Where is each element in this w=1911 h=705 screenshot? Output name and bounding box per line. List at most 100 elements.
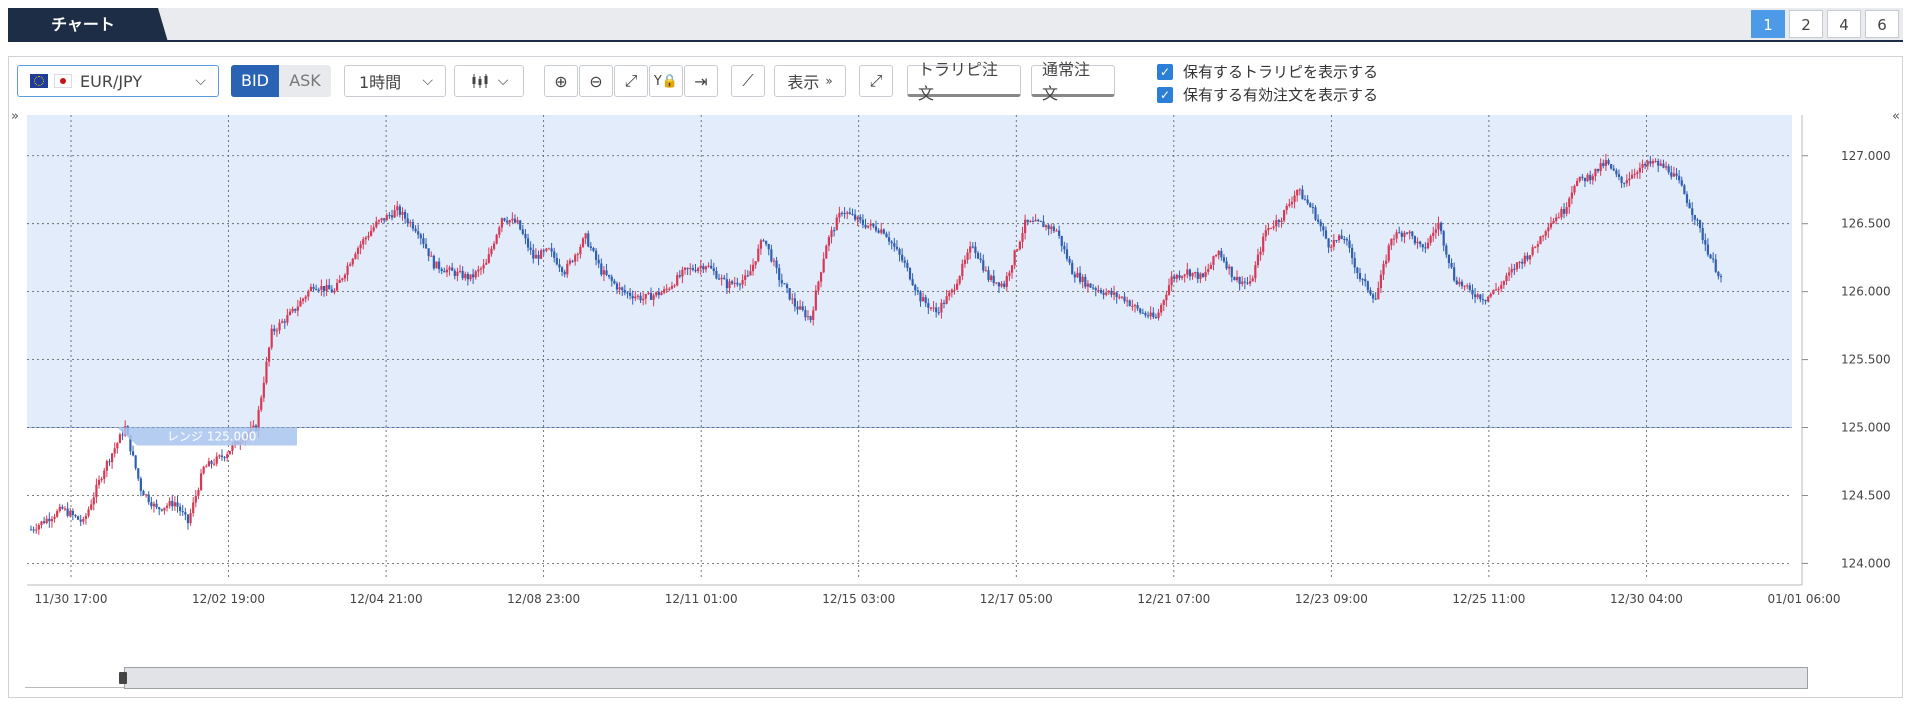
candle-body bbox=[1288, 204, 1291, 206]
y-lock-button[interactable]: Y🔒 bbox=[649, 65, 683, 97]
candle-body bbox=[372, 227, 375, 231]
candle-body bbox=[1638, 167, 1642, 173]
candle-body bbox=[438, 261, 441, 269]
candle-body bbox=[749, 271, 752, 276]
candle-body bbox=[626, 292, 629, 294]
candle-body bbox=[791, 298, 794, 300]
normal-order-button[interactable]: 通常注文 bbox=[1031, 60, 1115, 103]
candle-body bbox=[948, 292, 951, 297]
candle-body bbox=[686, 267, 689, 269]
candle-body bbox=[388, 215, 391, 217]
candle-body bbox=[728, 281, 731, 289]
candle-body bbox=[1439, 222, 1443, 232]
candle-body bbox=[1309, 203, 1312, 208]
fit-screen-icon: ⤢ bbox=[624, 71, 638, 90]
x-tick-label: 12/11 01:00 bbox=[665, 592, 738, 606]
candle-body bbox=[1235, 276, 1239, 281]
y-lock-icon: Y🔒 bbox=[653, 73, 679, 89]
bid-button[interactable]: BID bbox=[231, 65, 279, 97]
show-orders-checkbox[interactable]: ✓ 保有する有効注文を表示する bbox=[1157, 84, 1378, 105]
fullscreen-button[interactable]: ⤢ bbox=[859, 65, 893, 97]
show-trap-checkbox[interactable]: ✓ 保有するトラリピを表示する bbox=[1157, 61, 1378, 82]
candle-body bbox=[1089, 283, 1092, 288]
candle-body bbox=[1539, 236, 1542, 245]
candle-body bbox=[919, 291, 922, 302]
candle-body bbox=[1714, 259, 1717, 272]
candle-body bbox=[1492, 289, 1495, 294]
candle-body bbox=[56, 511, 59, 517]
candle-body bbox=[1335, 240, 1338, 242]
zoom-in-button[interactable]: ⊕ bbox=[544, 65, 578, 97]
candle-body bbox=[537, 254, 540, 259]
chart-type-select[interactable]: ⌵ bbox=[454, 65, 524, 97]
navigator-handle[interactable] bbox=[119, 672, 127, 684]
navigator-window[interactable] bbox=[124, 667, 1808, 689]
candle-body bbox=[615, 283, 619, 290]
candle-body bbox=[1246, 282, 1249, 284]
candle-body bbox=[1024, 219, 1027, 234]
candle-body bbox=[1306, 199, 1309, 204]
page-2-button[interactable]: 2 bbox=[1789, 10, 1823, 38]
candle-body bbox=[383, 218, 386, 221]
chart-area[interactable]: 127.000 126.500 126.000 125.500 125.000 124.5… bbox=[9, 105, 1902, 669]
page-6-button[interactable]: 6 bbox=[1865, 10, 1899, 38]
add-indicator-button[interactable]: ⟋ bbox=[731, 65, 765, 97]
candle-body bbox=[1536, 244, 1539, 247]
page-4-button[interactable]: 4 bbox=[1827, 10, 1861, 38]
candle-body bbox=[349, 264, 352, 266]
trap-order-button[interactable]: トラリピ注文 bbox=[907, 60, 1021, 103]
chart-toolbar: EUR/JPY ⌵ BID ASK 1時間 ⌵ ⌵ ⊕ ⊖ ⤢ Y🔒 ⇥ ⟋ 表… bbox=[9, 57, 1902, 105]
candle-body bbox=[1319, 221, 1322, 227]
candle-body bbox=[676, 275, 679, 286]
candle-body bbox=[610, 276, 613, 281]
candle-body bbox=[186, 514, 190, 524]
candle-body bbox=[1256, 254, 1260, 266]
x-tick-label: 12/17 05:00 bbox=[980, 592, 1053, 606]
candle-body bbox=[474, 271, 477, 278]
candle-body bbox=[1086, 283, 1090, 287]
candle-body bbox=[404, 211, 407, 219]
candle-body bbox=[1165, 294, 1168, 301]
ask-button[interactable]: ASK bbox=[279, 65, 331, 97]
symbol-select[interactable]: EUR/JPY ⌵ bbox=[17, 65, 219, 97]
candle-body bbox=[809, 316, 812, 320]
candle-body bbox=[1115, 292, 1118, 297]
candle-body bbox=[275, 330, 279, 332]
candle-body bbox=[1623, 182, 1626, 184]
candle-body bbox=[526, 238, 530, 248]
layout-pager: 1 2 4 6 bbox=[1751, 10, 1899, 38]
candle-body bbox=[1644, 163, 1647, 166]
candle-body bbox=[1044, 225, 1048, 228]
candle-body bbox=[42, 521, 46, 524]
candle-body bbox=[723, 277, 726, 280]
candle-body bbox=[121, 434, 124, 436]
candle-body bbox=[92, 497, 95, 505]
candle-body bbox=[600, 263, 603, 275]
candle-body bbox=[1683, 185, 1686, 195]
candle-body bbox=[74, 515, 77, 517]
display-label: 表示 bbox=[787, 73, 820, 92]
candle-body bbox=[628, 292, 632, 296]
fit-button[interactable]: ⤢ bbox=[614, 65, 648, 97]
candle-body bbox=[1369, 290, 1372, 295]
candle-body bbox=[1494, 289, 1498, 291]
scroll-latest-button[interactable]: ⇥ bbox=[684, 65, 718, 97]
candle-body bbox=[1364, 279, 1367, 282]
candle-body bbox=[207, 461, 210, 467]
page-1-button[interactable]: 1 bbox=[1751, 10, 1785, 38]
candle-body bbox=[574, 255, 577, 262]
candle-body bbox=[301, 298, 305, 301]
candle-body bbox=[1698, 220, 1702, 229]
candle-body bbox=[1005, 276, 1008, 287]
candle-body bbox=[848, 212, 851, 214]
tab-chart[interactable]: チャート bbox=[8, 8, 168, 42]
period-select[interactable]: 1時間 ⌵ bbox=[344, 65, 446, 97]
candle-body bbox=[82, 518, 85, 522]
candle-body bbox=[961, 263, 964, 277]
price-chart[interactable]: 127.000 126.500 126.000 125.500 125.000 124.5… bbox=[9, 105, 1902, 665]
candle-body bbox=[401, 211, 404, 215]
display-menu-button[interactable]: 表示 » bbox=[774, 65, 846, 97]
candle-body bbox=[717, 278, 721, 280]
candle-body bbox=[1471, 289, 1474, 295]
zoom-out-button[interactable]: ⊖ bbox=[579, 65, 613, 97]
